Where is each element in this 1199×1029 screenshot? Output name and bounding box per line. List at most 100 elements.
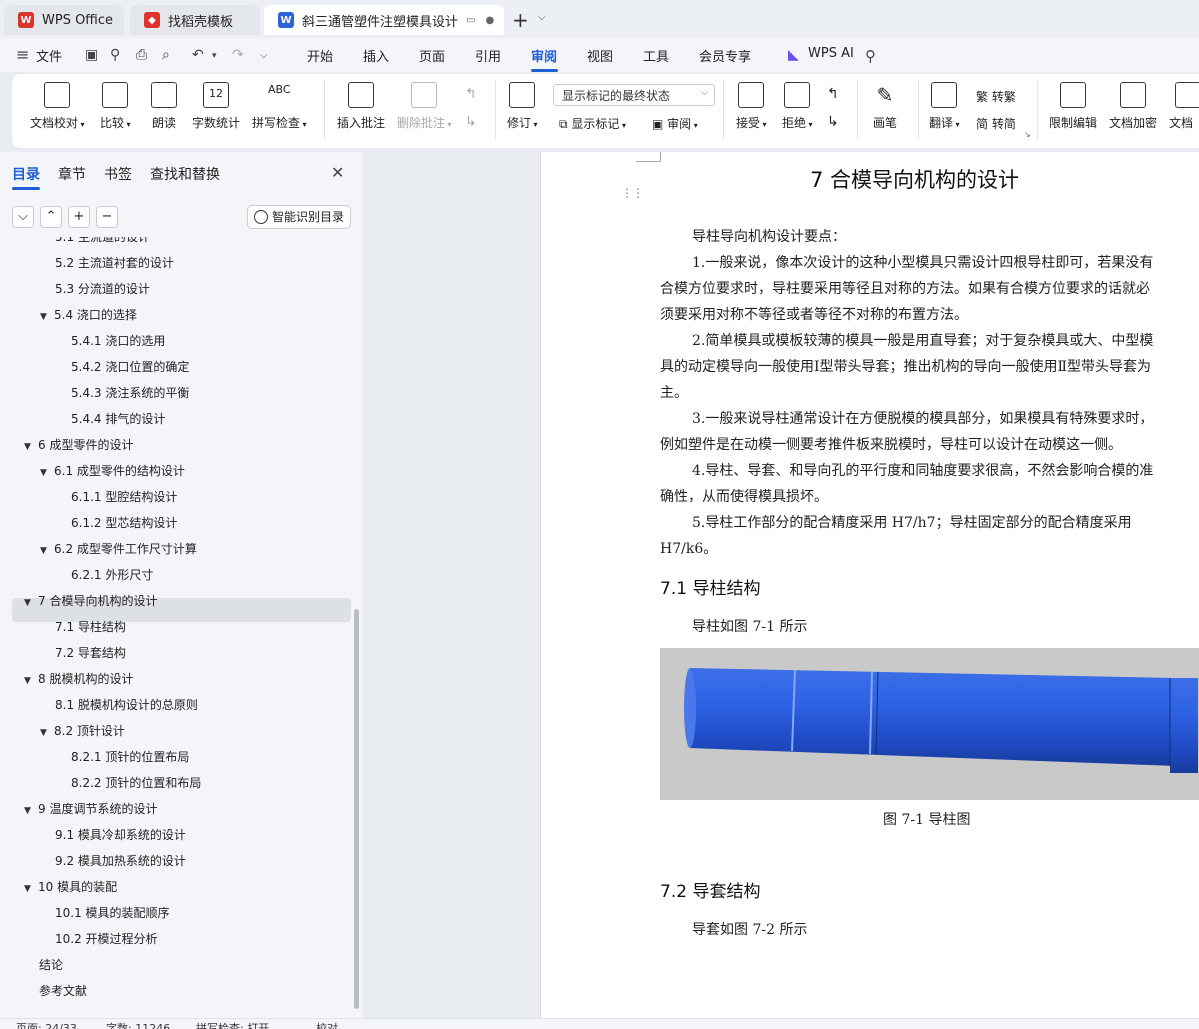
panel-tab-bookmarks[interactable]: 书签 (104, 164, 132, 184)
tab-daoke-templates[interactable]: ◆ 找稻壳模板 (130, 5, 260, 35)
toc-item[interactable]: ▼ 6 成型零件的设计 (24, 432, 133, 458)
tab-wps-office[interactable]: W WPS Office (4, 5, 124, 35)
toc-item[interactable]: 5.4.4 排气的设计 (71, 406, 165, 432)
monitor-icon[interactable]: ▭ (466, 15, 475, 26)
toc-item[interactable]: ▼ 8 脱模机构的设计 (24, 666, 133, 692)
menu-review[interactable]: 审阅 (531, 46, 557, 65)
toc-item[interactable]: 6.1.2 型芯结构设计 (71, 510, 177, 536)
next-change-icon[interactable]: ↳ (827, 114, 839, 130)
toc-item[interactable]: 参考文献 (39, 978, 87, 1004)
toc-item[interactable]: 5.4.2 浇口位置的确定 (71, 354, 189, 380)
toc-item[interactable]: 7.2 导套结构 (55, 640, 126, 666)
toc-item[interactable]: ▼ 9 温度调节系统的设计 (24, 796, 157, 822)
toc-item[interactable]: 8.1 脱模机构设计的总原则 (55, 692, 198, 718)
status-word-count[interactable]: 字数: 11246 (106, 1020, 170, 1029)
toc-item[interactable]: 5.4.3 浇注系统的平衡 (71, 380, 189, 406)
new-tab-plus-icon[interactable]: + (512, 8, 529, 32)
accept-button[interactable]: 接受 ▾ (736, 82, 767, 131)
toc-item[interactable]: 5.4.1 浇口的选用 (71, 328, 165, 354)
menu-file[interactable]: 文件 (36, 46, 62, 65)
next-comment-icon[interactable]: ↳ (465, 114, 477, 130)
markup-display-select[interactable]: 显示标记的最终状态 ⌵ (553, 84, 715, 106)
more-chevron-icon[interactable]: ⌵ (260, 50, 268, 61)
panel-tab-find-replace[interactable]: 查找和替换 (150, 164, 220, 184)
status-page[interactable]: 页面: 24/33 (16, 1020, 77, 1029)
toc-item[interactable]: 9.2 模具加热系统的设计 (55, 848, 186, 874)
toc-item[interactable]: 6.1.1 型腔结构设计 (71, 484, 177, 510)
expand-triangle-icon[interactable]: ▼ (24, 668, 38, 694)
delete-comment-button[interactable]: 删除批注 ▾ (397, 82, 452, 131)
compare-button[interactable]: 比较 ▾ (100, 82, 131, 131)
translate-button[interactable]: 翻译 ▾ (929, 82, 960, 131)
prev-change-icon[interactable]: ↰ (827, 86, 839, 102)
toc-item[interactable]: 8.2.1 顶针的位置布局 (71, 744, 189, 770)
status-spell-check[interactable]: 拼写检查: 打开 (196, 1020, 269, 1029)
restrict-edit-button[interactable]: 限制编辑 (1049, 82, 1097, 131)
expand-triangle-icon[interactable]: ▼ (40, 304, 54, 330)
hamburger-menu-icon[interactable]: ≡ (16, 45, 29, 64)
show-marks-button[interactable]: ⧉ 显示标记 ▾ (559, 115, 626, 132)
redo-icon[interactable]: ↷ (232, 47, 244, 63)
chevron-up-icon[interactable]: ⌃ (40, 206, 62, 228)
toc-item[interactable]: ▼ 10 模具的装配 (24, 874, 117, 900)
reject-button[interactable]: 拒绝 ▾ (782, 82, 813, 131)
wps-ai-icon[interactable]: ◣ (788, 47, 799, 63)
tab-current-document[interactable]: W 斜三通管塑件注塑模具设计 说 ▭ ● (264, 5, 504, 35)
save-icon[interactable]: ▣ (85, 47, 98, 63)
unsaved-dot-icon[interactable]: ● (485, 15, 494, 26)
spell-check-button[interactable]: ABC 拼写检查 ▾ (252, 82, 307, 131)
to-traditional-button[interactable]: 繁 转繁 (976, 88, 1016, 105)
toc-item[interactable]: 5.1 主流道的设计 (55, 237, 150, 250)
doc-more-button[interactable]: 文档 (1169, 82, 1199, 131)
toc-item[interactable]: 10.1 模具的装配顺序 (55, 900, 170, 926)
expand-triangle-icon[interactable]: ▼ (40, 460, 54, 486)
read-aloud-button[interactable]: 朗读 (151, 82, 177, 131)
toc-item[interactable]: 10.2 开模过程分析 (55, 926, 158, 952)
close-icon[interactable]: ✕ (331, 163, 344, 182)
undo-dropdown-icon[interactable]: ▾ (212, 51, 217, 61)
expand-triangle-icon[interactable]: ▼ (40, 720, 54, 746)
expand-triangle-icon[interactable]: ▼ (24, 798, 38, 824)
menu-page[interactable]: 页面 (419, 46, 445, 65)
toc-item[interactable]: ▼ 6.2 成型零件工作尺寸计算 (40, 536, 197, 562)
toc-item[interactable]: 8.2.2 顶针的位置和布局 (71, 770, 201, 796)
expand-triangle-icon[interactable]: ▼ (24, 434, 38, 460)
insert-comment-button[interactable]: 插入批注 (337, 82, 385, 131)
menu-member[interactable]: 会员专享 (699, 46, 751, 65)
toc-item[interactable]: ▼ 6.1 成型零件的结构设计 (40, 458, 185, 484)
toc-item[interactable]: 7.1 导柱结构 (55, 614, 126, 640)
share-icon[interactable]: ⚲ (110, 47, 120, 63)
panel-tab-toc[interactable]: 目录 (12, 164, 40, 184)
expand-triangle-icon[interactable]: ▼ (40, 538, 54, 564)
remove-icon[interactable]: − (96, 206, 118, 228)
status-proofread[interactable]: 校对 (316, 1020, 338, 1029)
word-count-button[interactable]: 12 字数统计 (192, 82, 240, 131)
to-simplified-button[interactable]: 简 转简 (976, 115, 1016, 132)
undo-icon[interactable]: ↶ (192, 47, 204, 63)
menu-view[interactable]: 视图 (587, 46, 613, 65)
print-preview-icon[interactable]: ⌕ (162, 47, 170, 63)
menu-start[interactable]: 开始 (307, 46, 333, 65)
drag-handle-icon[interactable]: ⋮⋮ (621, 186, 644, 200)
toc-item[interactable]: ▼ 7 合模导向机构的设计 (24, 588, 157, 614)
expand-triangle-icon[interactable]: ▼ (24, 876, 38, 902)
menu-wps-ai[interactable]: WPS AI (808, 46, 854, 61)
expand-triangle-icon[interactable]: ▼ (24, 590, 38, 616)
toc-item[interactable]: 9.1 模具冷却系统的设计 (55, 822, 186, 848)
encrypt-button[interactable]: 文档加密 (1109, 82, 1157, 131)
menu-references[interactable]: 引用 (475, 46, 501, 65)
prev-comment-icon[interactable]: ↰ (465, 86, 477, 102)
toc-item[interactable]: ▼ 8.2 顶针设计 (40, 718, 125, 744)
toc-item[interactable]: 5.3 分流道的设计 (55, 276, 150, 302)
search-icon[interactable]: ⚲ (865, 47, 876, 65)
group-launcher-icon[interactable]: ↘ (1024, 130, 1031, 139)
add-icon[interactable]: + (68, 206, 90, 228)
pen-button[interactable]: ✎ 画笔 (872, 82, 898, 131)
tab-list-chevron-icon[interactable]: ⌵ (538, 12, 546, 23)
panel-tab-sections[interactable]: 章节 (58, 164, 86, 184)
toc-item[interactable]: 5.2 主流道衬套的设计 (55, 250, 174, 276)
chevron-down-icon[interactable]: ⌵ (12, 206, 34, 228)
print-icon[interactable]: ⎙ (136, 47, 147, 63)
revise-button[interactable]: 修订 ▾ (507, 82, 538, 131)
review-pane-button[interactable]: ▣ 审阅 ▾ (652, 115, 698, 132)
